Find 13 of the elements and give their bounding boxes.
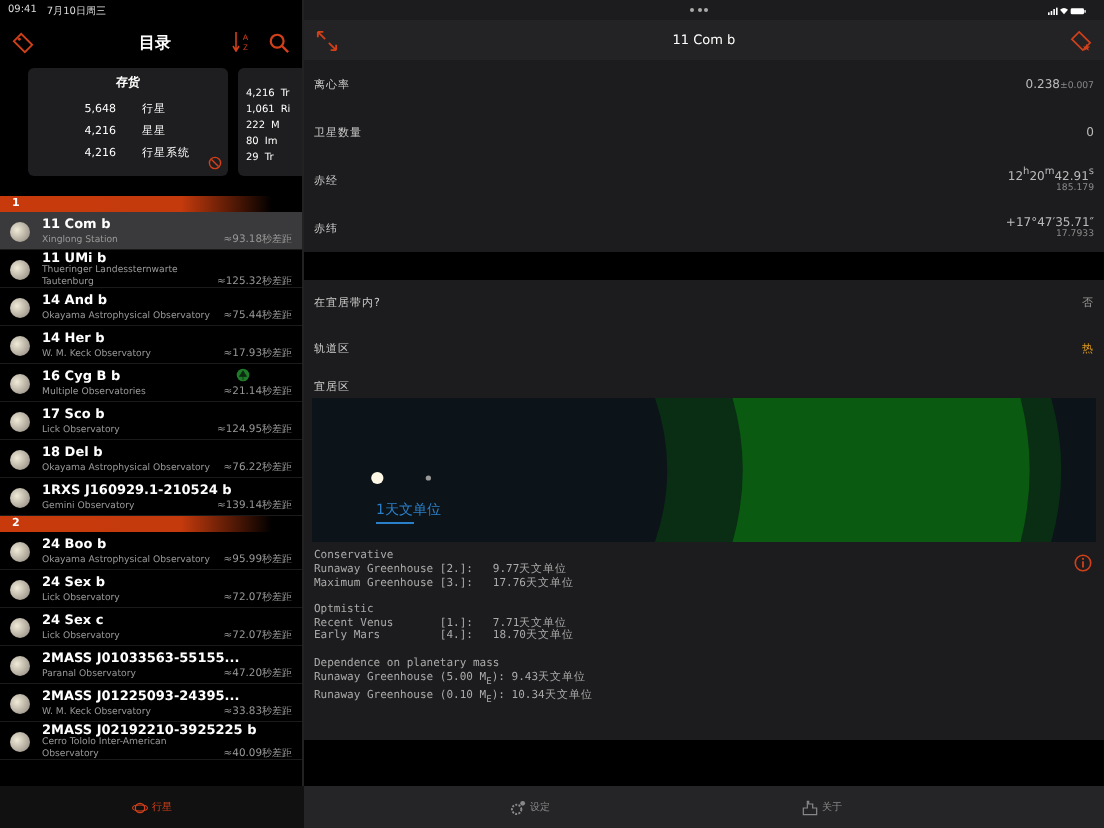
signal-wifi-battery-icon bbox=[1048, 5, 1088, 15]
observatory-icon bbox=[802, 799, 818, 815]
planet-ring-icon bbox=[132, 799, 148, 815]
search-icon[interactable] bbox=[268, 31, 290, 53]
gear-icon bbox=[510, 799, 526, 815]
expand-icon[interactable] bbox=[316, 29, 338, 51]
info-icon[interactable] bbox=[1074, 554, 1092, 572]
scale-bar bbox=[376, 522, 414, 524]
tag-star-icon[interactable] bbox=[1070, 29, 1092, 51]
circle-slash-icon[interactable] bbox=[208, 156, 222, 170]
tag-icon[interactable] bbox=[12, 31, 34, 53]
arrow-down-icon bbox=[232, 32, 241, 52]
sidebar-title: 目录 bbox=[137, 31, 174, 53]
